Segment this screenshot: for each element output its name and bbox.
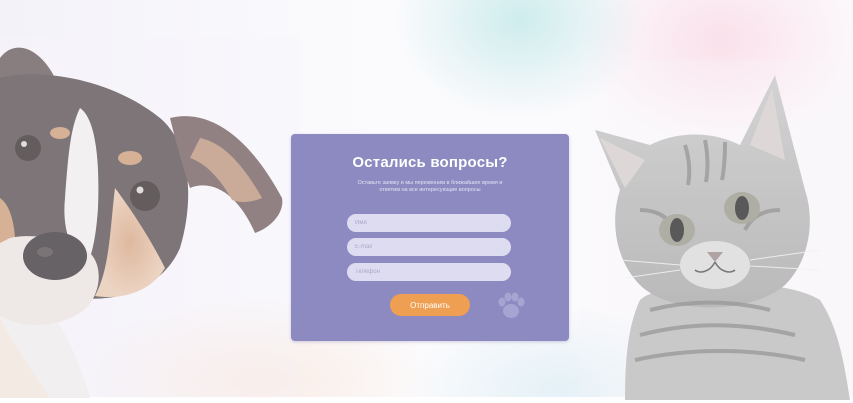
cat-photo	[580, 60, 853, 400]
paw-icon	[498, 292, 525, 318]
form-title: Остались вопросы?	[352, 154, 508, 171]
submit-button[interactable]: Отправить	[390, 294, 470, 316]
name-field[interactable]	[347, 214, 511, 232]
email-field[interactable]	[347, 238, 511, 256]
contact-form-card: Остались вопросы? Оставьте заявку и мы п…	[291, 134, 569, 341]
dog-photo	[0, 38, 300, 398]
phone-field[interactable]	[347, 263, 511, 281]
form-subtitle: Оставьте заявку и мы перезвоним в ближай…	[357, 180, 503, 193]
